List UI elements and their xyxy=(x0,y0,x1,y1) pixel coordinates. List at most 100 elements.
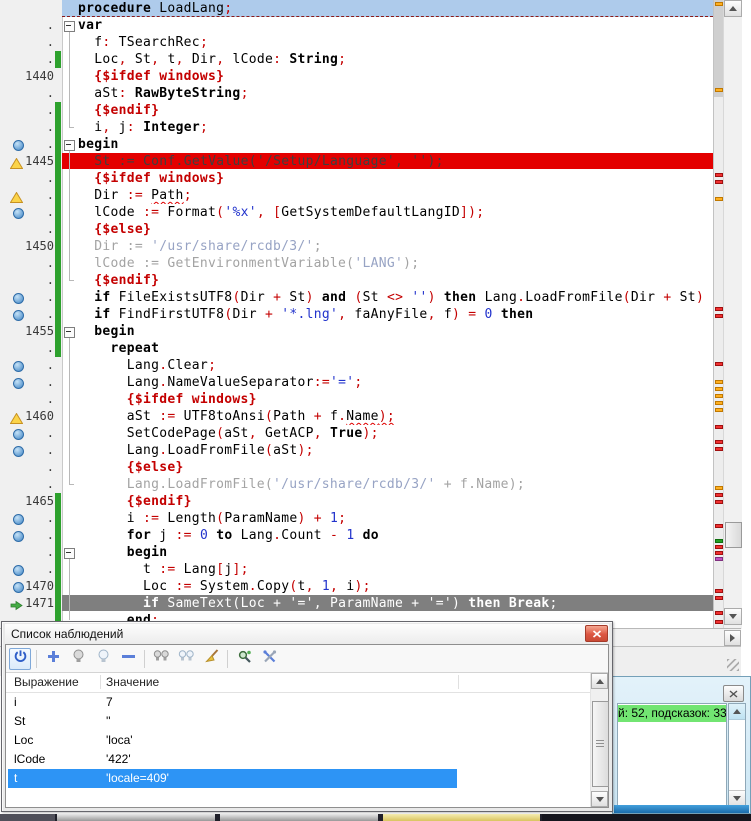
code-line[interactable]: .begin xyxy=(0,136,713,153)
issue-mark[interactable] xyxy=(715,180,723,184)
issue-mark[interactable] xyxy=(715,539,723,543)
code-line[interactable]: 1470 Loc := System.Copy(t, 1, i); xyxy=(0,578,713,595)
disable-button[interactable] xyxy=(92,648,114,670)
taskbar-button[interactable] xyxy=(57,814,215,821)
line-marker-dot[interactable]: . xyxy=(0,170,54,187)
issue-mark[interactable] xyxy=(715,197,723,201)
issue-mark[interactable] xyxy=(715,524,723,528)
code-fold-box[interactable] xyxy=(64,21,75,32)
issue-mark[interactable] xyxy=(715,596,723,600)
code-line[interactable]: 1471 if SameText(Loc + '=', ParamName + … xyxy=(0,595,713,612)
hint-dot-icon[interactable] xyxy=(13,565,24,576)
code-line[interactable]: . SetCodePage(aSt, GetACP, True); xyxy=(0,425,713,442)
line-marker-dot[interactable]: . xyxy=(0,357,54,374)
line-number[interactable]: 1455 xyxy=(0,323,54,340)
watch-title-bar[interactable]: Список наблюдений xyxy=(5,624,609,644)
enable-all-button[interactable] xyxy=(150,648,172,670)
code-line[interactable]: 1450 Dir := '/usr/share/rcdb/3/'; xyxy=(0,238,713,255)
taskbar-button[interactable] xyxy=(220,814,378,821)
issue-mark[interactable] xyxy=(715,486,723,490)
line-marker-dot[interactable]: . xyxy=(0,102,54,119)
code-line[interactable]: 1455 begin xyxy=(0,323,713,340)
code-line[interactable]: . {$else} xyxy=(0,459,713,476)
line-marker-dot[interactable]: . xyxy=(0,51,54,68)
hint-dot-icon[interactable] xyxy=(13,531,24,542)
messages-window[interactable]: ений: 52, подсказок: 33 xyxy=(612,676,751,814)
code-line[interactable]: procedure LoadLang; xyxy=(0,0,713,17)
line-marker-dot[interactable]: . xyxy=(0,136,54,153)
column-separator[interactable] xyxy=(458,675,459,689)
code-fold-box[interactable] xyxy=(64,327,75,338)
issue-mark[interactable] xyxy=(715,500,723,504)
issue-mark[interactable] xyxy=(715,401,723,405)
line-marker-dot[interactable]: . xyxy=(0,289,54,306)
power-button[interactable] xyxy=(9,648,31,670)
code-line[interactable]: . {$ifdef windows} xyxy=(0,391,713,408)
line-marker-dot[interactable]: . xyxy=(0,255,54,272)
line-marker-dot[interactable]: . xyxy=(0,119,54,136)
line-marker-dot[interactable]: . xyxy=(0,187,54,204)
warning-triangle-icon[interactable] xyxy=(10,156,24,168)
taskbar-start-area[interactable] xyxy=(0,814,55,821)
code-line[interactable]: . for j := 0 to Lang.Count - 1 do xyxy=(0,527,713,544)
line-marker-dot[interactable]: . xyxy=(0,306,54,323)
scroll-down-button[interactable] xyxy=(729,790,745,806)
code-line[interactable]: 1445 St := Conf.GetValue('/Setup/Languag… xyxy=(0,153,713,170)
code-line[interactable]: . if FindFirstUTF8(Dir + '*.lng', faAnyF… xyxy=(0,306,713,323)
issue-mark[interactable] xyxy=(715,545,723,549)
watch-scroll-thumb[interactable] xyxy=(592,701,609,787)
execution-arrow-icon[interactable] xyxy=(10,598,24,610)
code-line[interactable]: . if FileExistsUTF8(Dir + St) and (St <>… xyxy=(0,289,713,306)
hint-dot-icon[interactable] xyxy=(13,514,24,525)
vertical-scroll-thumb[interactable] xyxy=(725,522,742,548)
code-line[interactable]: . lCode := GetEnvironmentVariable('LANG'… xyxy=(0,255,713,272)
watch-row[interactable]: St'' xyxy=(6,712,590,731)
code-line[interactable]: . f: TSearchRec; xyxy=(0,34,713,51)
issue-mark[interactable] xyxy=(715,173,723,177)
hint-dot-icon[interactable] xyxy=(13,446,24,457)
issue-mark[interactable] xyxy=(715,493,723,497)
code-line[interactable]: . Lang.NameValueSeparator:='='; xyxy=(0,374,713,391)
issue-mark[interactable] xyxy=(715,620,723,624)
code-line[interactable]: . Dir := Path; xyxy=(0,187,713,204)
warning-triangle-icon[interactable] xyxy=(10,411,24,423)
hint-dot-icon[interactable] xyxy=(13,208,24,219)
line-number[interactable]: 1445 xyxy=(0,153,54,170)
issue-mark[interactable] xyxy=(715,589,723,593)
watch-row[interactable]: lCode'422' xyxy=(6,750,590,769)
line-number[interactable]: 1471 xyxy=(0,595,54,612)
line-marker-dot[interactable]: . xyxy=(0,510,54,527)
code-line[interactable]: . {$endif} xyxy=(0,272,713,289)
code-line[interactable]: 1465 {$endif} xyxy=(0,493,713,510)
line-number[interactable]: 1450 xyxy=(0,238,54,255)
code-line[interactable]: . Lang.LoadFromFile('/usr/share/rcdb/3/'… xyxy=(0,476,713,493)
code-line[interactable]: .var xyxy=(0,17,713,34)
column-separator[interactable] xyxy=(100,675,101,689)
resize-grip[interactable] xyxy=(727,659,739,671)
disable-all-button[interactable] xyxy=(175,648,197,670)
issue-mark[interactable] xyxy=(715,408,723,412)
code-line[interactable]: 1460 aSt := UTF8toAnsi(Path + f.Name); xyxy=(0,408,713,425)
messages-scrollbar[interactable] xyxy=(728,703,746,807)
line-marker-dot[interactable]: . xyxy=(0,561,54,578)
line-marker-dot[interactable]: . xyxy=(0,527,54,544)
watch-rows[interactable]: i7St''Loc'loca'lCode'422't'locale=409' xyxy=(6,693,590,807)
line-marker-dot[interactable]: . xyxy=(0,459,54,476)
code-line[interactable]: . {$endif} xyxy=(0,102,713,119)
code-line[interactable]: . {$else} xyxy=(0,221,713,238)
line-marker-dot[interactable]: . xyxy=(0,272,54,289)
line-marker-dot[interactable]: . xyxy=(0,85,54,102)
code-line[interactable]: . i := Length(ParamName) + 1; xyxy=(0,510,713,527)
watch-row[interactable]: Loc'loca' xyxy=(6,731,590,750)
code-line[interactable]: . Lang.Clear; xyxy=(0,357,713,374)
code-line[interactable]: . {$ifdef windows} xyxy=(0,170,713,187)
issue-mark[interactable] xyxy=(715,557,723,561)
watch-scrollbar[interactable] xyxy=(590,673,608,807)
issue-mark[interactable] xyxy=(715,394,723,398)
issue-mark[interactable] xyxy=(715,2,723,6)
watch-list-header[interactable]: Выражение Значение xyxy=(6,673,590,693)
line-marker-dot[interactable]: . xyxy=(0,204,54,221)
messages-close-button[interactable] xyxy=(723,685,744,702)
editor-vertical-scrollbar[interactable] xyxy=(723,0,742,629)
line-marker-dot[interactable]: . xyxy=(0,476,54,493)
